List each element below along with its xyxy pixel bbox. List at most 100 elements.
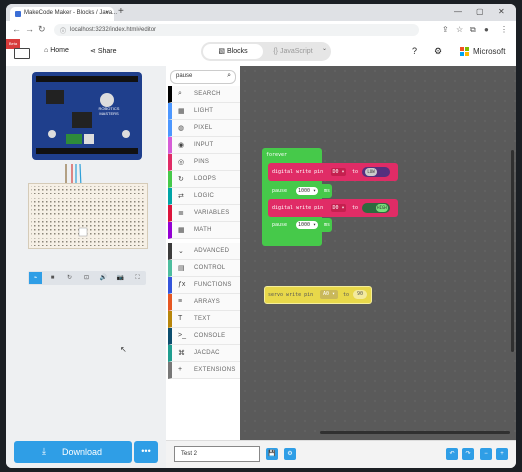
zoom-in-icon[interactable]: + [496, 448, 508, 460]
pause-duration-field[interactable]: 1000 ▾ [296, 187, 318, 195]
javascript-label: JavaScript [279, 48, 313, 55]
category-label: MATH [194, 227, 212, 233]
download-button[interactable]: ⤓ Download [14, 441, 132, 463]
redo-icon[interactable]: ↷ [462, 448, 474, 460]
category-label: LOOPS [194, 176, 217, 182]
workspace-horizontal-scrollbar[interactable] [320, 431, 510, 434]
url-field[interactable]: ⓘ localhost:3232/index.html#editor [54, 24, 419, 36]
forward-icon[interactable]: → [25, 24, 34, 34]
profile-avatar-icon[interactable]: ● [484, 25, 489, 34]
servo-value-field[interactable]: 90 [353, 290, 367, 299]
category-pixel[interactable]: ◍ PIXEL [168, 120, 240, 137]
category-label: PIXEL [194, 125, 213, 131]
category-arrays[interactable]: ≡ ARRAYS [168, 294, 240, 311]
maximize-button[interactable]: ▢ [476, 7, 484, 16]
extensions-icon[interactable]: ⧉ [470, 25, 476, 34]
share-button[interactable]: ⋖ Share [90, 47, 117, 55]
digital-write-block-2[interactable]: digital write pin D0 ▾ to HIGH [268, 199, 398, 217]
category-advanced[interactable]: ⌄ ADVANCED [168, 243, 240, 260]
pin-value-toggle[interactable]: HIGH [362, 203, 390, 213]
digital-write-label: digital write pin [272, 205, 324, 211]
pin-value-toggle[interactable]: LOW [362, 167, 390, 177]
microsoft-logo-icon[interactable] [460, 47, 470, 57]
breadboard-graphic [31, 186, 145, 246]
sim-debug-icon[interactable]: ⊡ [80, 272, 93, 284]
pin-dropdown[interactable]: D0 ▾ [331, 168, 346, 176]
workspace-vertical-scrollbar[interactable] [511, 150, 514, 352]
toolbox-search-input[interactable]: pause ⌕ [170, 70, 236, 84]
category-loops[interactable]: ↻ LOOPS [168, 171, 240, 188]
close-window-button[interactable]: ✕ [498, 7, 505, 16]
pause-duration-field[interactable]: 1000 ▾ [296, 221, 318, 229]
minimize-button[interactable]: — [454, 7, 462, 16]
help-icon[interactable]: ? [412, 46, 417, 56]
settings-gear-icon[interactable]: ⚙ [434, 46, 442, 57]
servo-write-block[interactable]: servo write pin A0 ▾ to 90 [264, 286, 372, 304]
editor-mode-switch: ▧ Blocks {} JavaScript ⌄ [201, 42, 331, 61]
makecode-header: Beta ⌂ Home ⋖ Share ▧ Blocks {} JavaScri… [6, 39, 516, 67]
javascript-icon: {} [273, 48, 279, 55]
url-text: localhost:3232/index.html#editor [70, 27, 157, 33]
category-light[interactable]: ▦ LIGHT [168, 103, 240, 120]
blocks-tab[interactable]: ▧ Blocks [203, 44, 263, 59]
category-label: INPUT [194, 142, 214, 148]
category-console[interactable]: >_ CONSOLE [168, 328, 240, 345]
microsoft-label[interactable]: Microsoft [473, 47, 505, 56]
functions-icon: ƒx [178, 281, 186, 288]
blocks-workspace[interactable]: forever digital write pin D0 ▾ to LOW pa… [240, 66, 516, 440]
category-extensions[interactable]: + EXTENSIONS [168, 362, 240, 379]
language-dropdown-icon[interactable]: ⌄ [322, 45, 327, 52]
sim-fullscreen-icon[interactable]: ⛶ [131, 272, 144, 284]
download-more-button[interactable]: ••• [134, 441, 158, 463]
sim-power-icon[interactable]: ⌁ [29, 272, 42, 284]
tab-close-icon[interactable]: × [105, 10, 109, 16]
reload-icon[interactable]: ↻ [38, 24, 46, 34]
zoom-out-icon[interactable]: − [480, 448, 492, 460]
workspace-grid [240, 66, 516, 440]
bookmark-star-icon[interactable]: ☆ [456, 25, 463, 34]
browser-window: MakeCode Maker - Blocks / Java... × + — … [6, 4, 516, 468]
project-settings-icon[interactable]: ⚙ [284, 448, 296, 460]
pin-dropdown[interactable]: D0 ▾ [331, 204, 346, 212]
makecode-favicon-icon [15, 11, 21, 17]
sim-screenshot-icon[interactable]: 📷 [114, 272, 127, 284]
digital-write-block-1[interactable]: digital write pin D0 ▾ to LOW [268, 163, 398, 181]
breadboard[interactable] [28, 183, 148, 249]
text-icon: T [178, 315, 183, 322]
category-search[interactable]: ⌕ SEARCH [168, 86, 240, 103]
servo-pin-dropdown[interactable]: A0 ▾ [320, 290, 338, 299]
category-math[interactable]: ▦ MATH [168, 222, 240, 239]
save-icon[interactable]: 💾 [266, 448, 278, 460]
category-pins[interactable]: ◎ PINS [168, 154, 240, 171]
pause-block-2[interactable]: pause 1000 ▾ ms [268, 218, 332, 232]
category-functions[interactable]: ƒx FUNCTIONS [168, 277, 240, 294]
category-logic[interactable]: ⇄ LOGIC [168, 188, 240, 205]
to-label: to [352, 205, 359, 211]
browser-tab[interactable]: MakeCode Maker - Blocks / Java... × [10, 7, 117, 21]
home-button[interactable]: ⌂ Home [44, 47, 69, 54]
variables-icon: ≣ [178, 210, 184, 217]
browser-menu-icon[interactable]: ⋮ [500, 25, 508, 34]
sim-restart-icon[interactable]: ↻ [63, 272, 76, 284]
category-control[interactable]: ▤ CONTROL [168, 260, 240, 277]
back-icon[interactable]: ← [12, 24, 21, 34]
category-input[interactable]: ◉ INPUT [168, 137, 240, 154]
sim-mute-icon[interactable]: 🔊 [97, 272, 110, 284]
category-label: VARIABLES [194, 210, 230, 216]
sim-stop-icon[interactable]: ■ [46, 272, 59, 284]
new-tab-button[interactable]: + [118, 7, 124, 17]
category-text[interactable]: T TEXT [168, 311, 240, 328]
project-name-input[interactable]: Test 2 [174, 446, 260, 462]
simulator-toggle-icon[interactable] [14, 48, 30, 59]
share-page-icon[interactable]: ⇪ [442, 25, 449, 34]
value-label: HIGH [376, 204, 388, 212]
undo-icon[interactable]: ↶ [446, 448, 458, 460]
category-variables[interactable]: ≣ VARIABLES [168, 205, 240, 222]
info-icon[interactable]: ⓘ [60, 26, 66, 35]
search-icon: ⌕ [178, 90, 182, 97]
pause-block-1[interactable]: pause 1000 ▾ ms [268, 184, 332, 198]
javascript-tab[interactable]: {} JavaScript [269, 44, 317, 59]
search-query: pause [176, 73, 193, 79]
category-jacdac[interactable]: ⌘ JACDAC [168, 345, 240, 362]
console-icon: >_ [178, 332, 186, 339]
